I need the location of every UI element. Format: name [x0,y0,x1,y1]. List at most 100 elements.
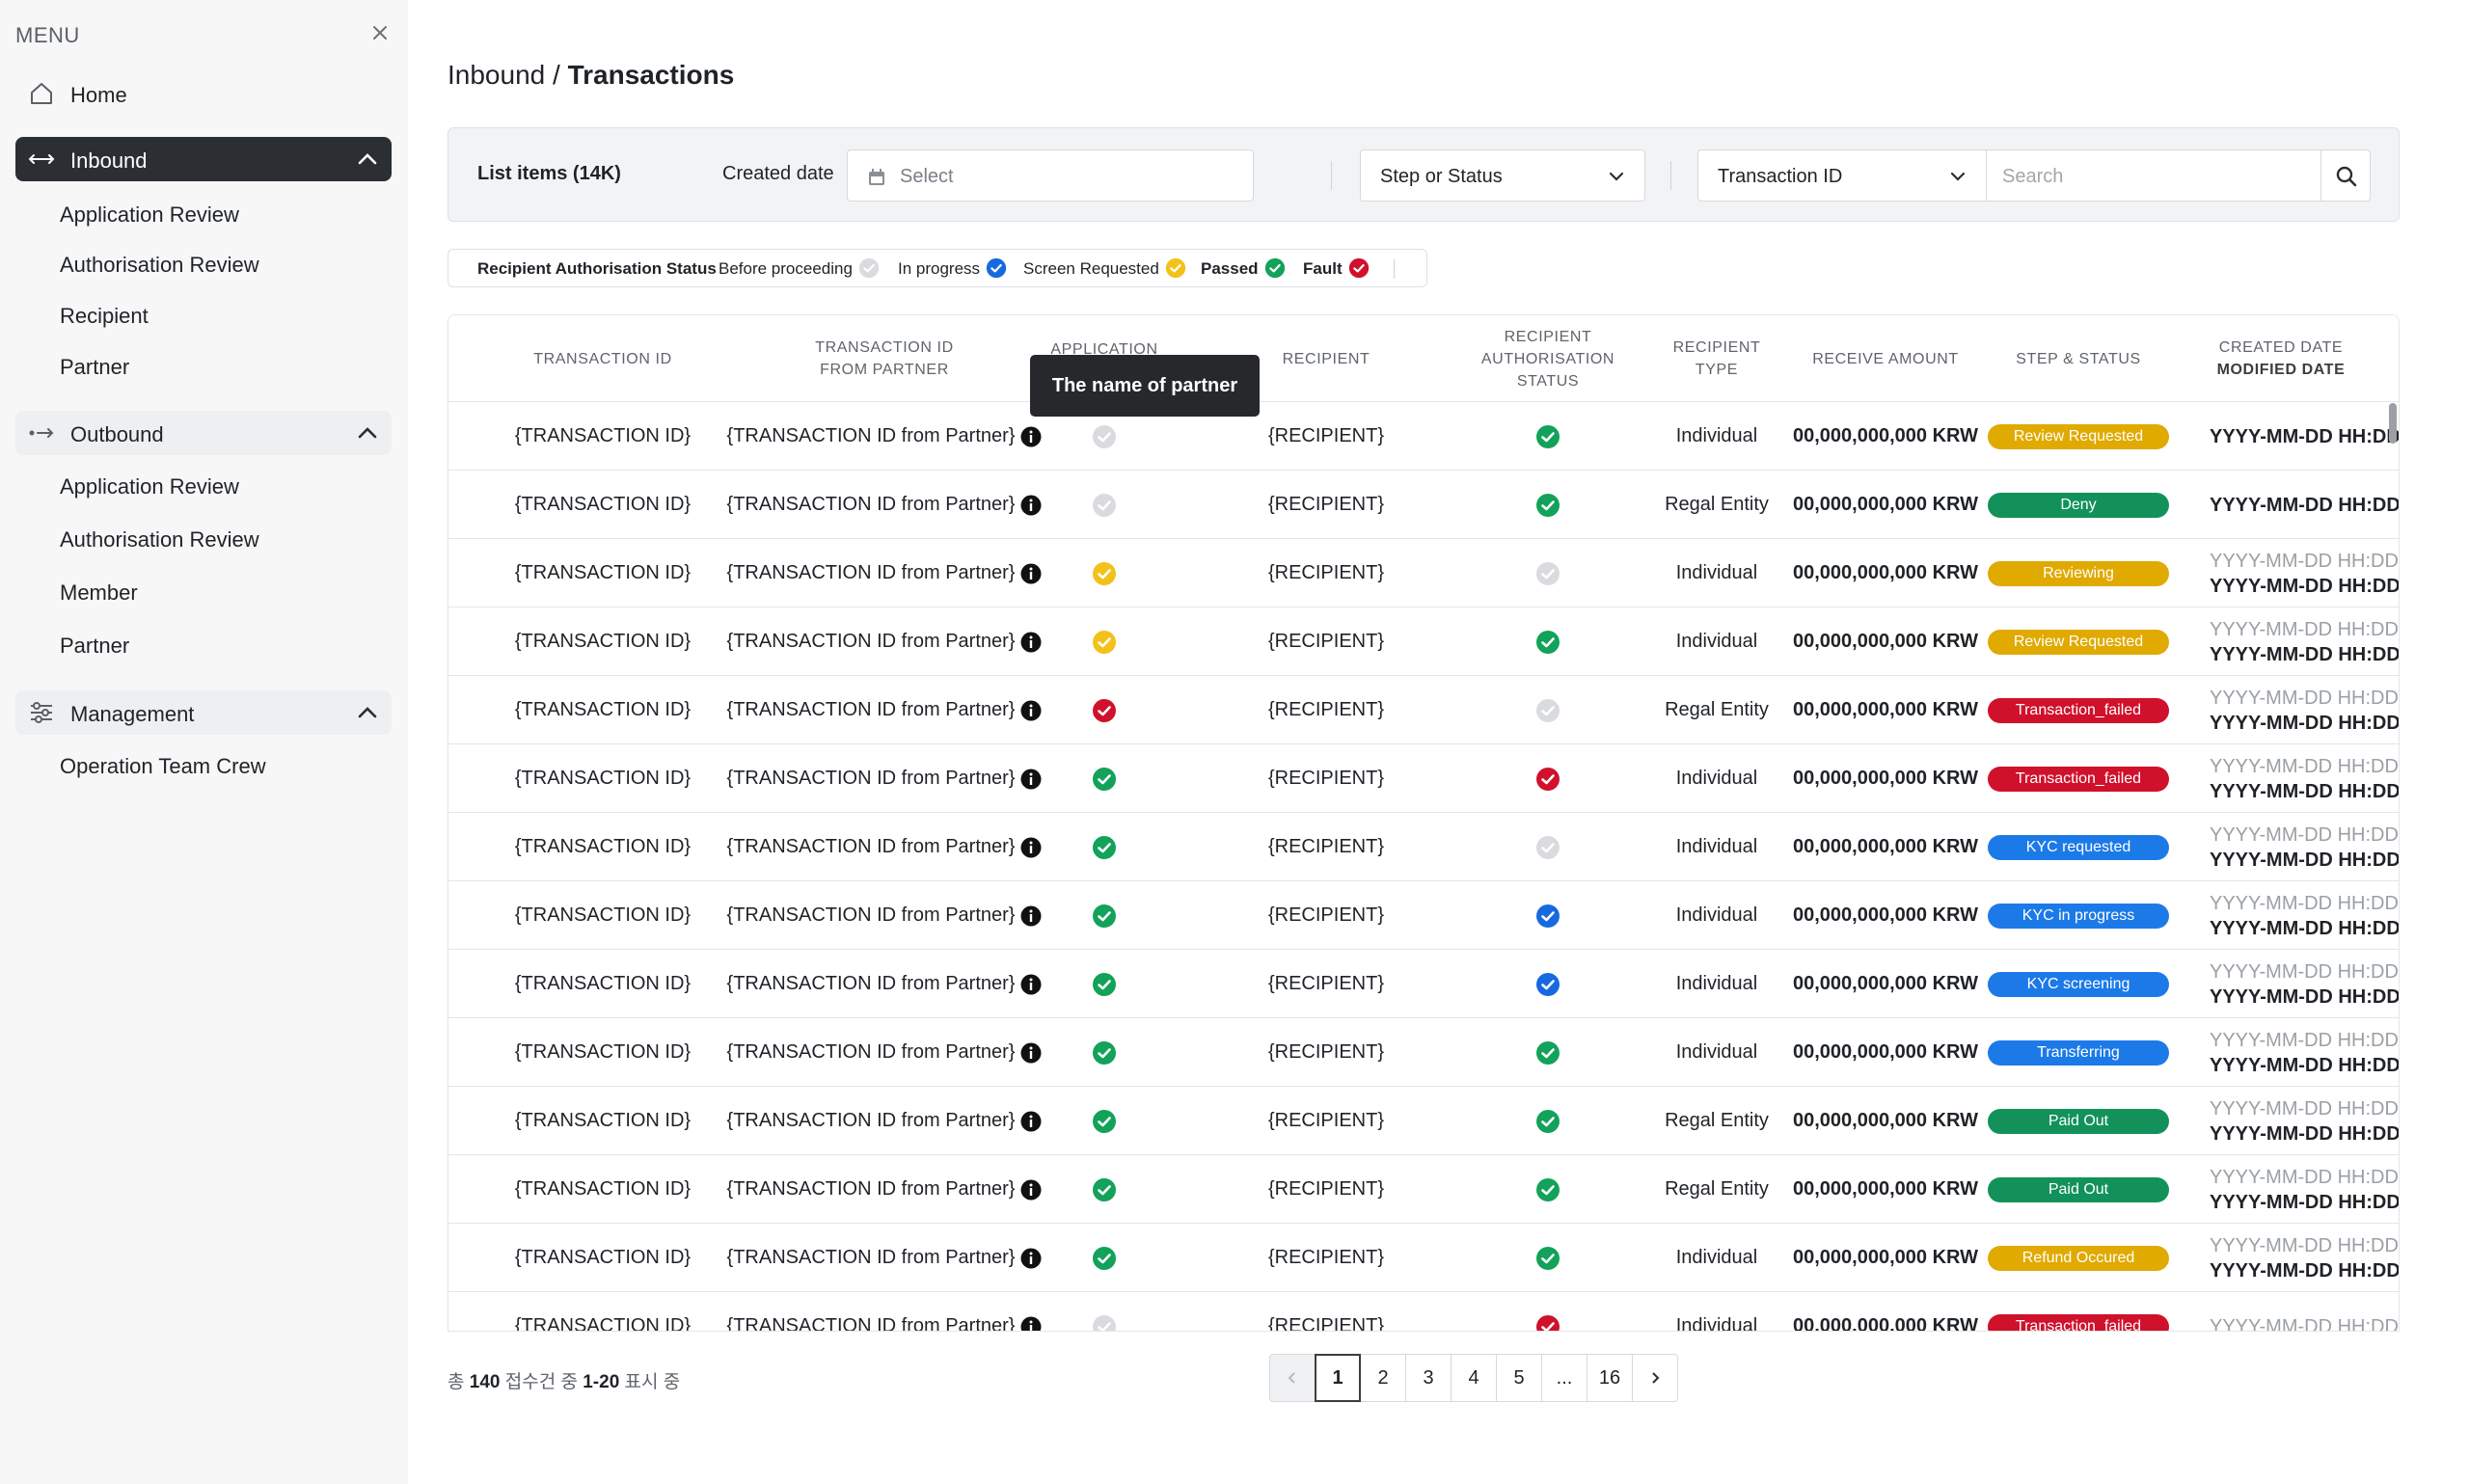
cell-step-status: Transaction_failed [1982,676,2175,744]
cell-transaction-id: {TRANSACTION ID} [514,1315,692,1332]
cell-recipient-type: Regal Entity [1665,1178,1769,1200]
cell-recipient-type: Regal Entity [1665,494,1769,515]
page-3-button[interactable]: 3 [1405,1354,1452,1402]
col-receive-amount[interactable]: RECEIVE AMOUNT [1789,315,1982,402]
sidebar-item-outbound-application-review[interactable]: Application Review [60,474,239,499]
green-check-icon [1092,1040,1117,1066]
cell-transaction-id: {TRANSACTION ID} [514,973,692,994]
table-row[interactable]: {TRANSACTION ID} {TRANSACTION ID from Par… [448,744,2399,813]
cell-receive-amount: 00,000,000,000 KRW [1793,562,1978,583]
modified-date: YYYY-MM-DD HH:DD [2210,494,2400,516]
sidebar-item-inbound-application-review[interactable]: Application Review [60,202,239,228]
page-16-button[interactable]: 16 [1587,1354,1633,1402]
list-count: List items (14K) [477,163,621,184]
red-check-icon [1535,1314,1560,1331]
created-date: YYYY-MM-DD HH:DD [2210,823,2399,846]
cell-transaction-id: {TRANSACTION ID} [514,425,692,446]
cell-recipient: {RECIPIENT} [1267,1178,1385,1200]
sidebar-item-home[interactable]: Home [15,71,392,116]
header-label: AUTHORISATION [1480,350,1615,367]
table-row[interactable]: {TRANSACTION ID} {TRANSACTION ID from Par… [448,950,2399,1018]
sidebar-item-inbound-authorisation-review[interactable]: Authorisation Review [60,253,259,278]
page-1-button[interactable]: 1 [1315,1354,1361,1402]
pagination: 1 2 3 4 5 ... 16 [1269,1354,1678,1402]
sidebar-item-outbound-partner[interactable]: Partner [60,634,129,659]
step-status-select[interactable]: Step or Status [1360,149,1645,202]
created-date-picker[interactable]: Select [847,149,1254,202]
col-transaction-id-from-partner[interactable]: TRANSACTION ID FROM PARTNER [740,315,1029,402]
chevron-up-icon[interactable] [357,424,378,442]
page-5-button[interactable]: 5 [1496,1354,1542,1402]
table-row[interactable]: {TRANSACTION ID} {TRANSACTION ID from Par… [448,1018,2399,1087]
sidebar-item-inbound-partner[interactable]: Partner [60,355,129,380]
sidebar-item-operation-team-crew[interactable]: Operation Team Crew [60,754,266,779]
page-4-button[interactable]: 4 [1451,1354,1497,1402]
nav-home[interactable]: Home [15,71,392,116]
table-row[interactable]: {TRANSACTION ID} {TRANSACTION ID from Par… [448,1224,2399,1292]
col-created-modified-date[interactable]: CREATED DATE MODIFIED DATE [2175,315,2387,402]
col-transaction-id[interactable]: TRANSACTION ID [448,315,757,402]
nav-group-management: Management [15,690,392,735]
header-label: CREATED DATE [2218,339,2344,356]
modified-date: YYYY-MM-DD HH:DD [2210,1191,2400,1213]
partner-id-text: {TRANSACTION ID from Partner} [726,631,1016,652]
table-row[interactable]: {TRANSACTION ID} {TRANSACTION ID from Par… [448,1292,2399,1332]
legend-label: Screen Requested [1023,259,1159,278]
search-input[interactable] [2002,162,2311,191]
page-ellipsis: ... [1541,1354,1587,1402]
red-check-icon [1092,698,1117,723]
col-step-status[interactable]: STEP & STATUS [1982,315,2175,402]
home-icon [27,81,56,106]
cell-recipient-auth-status [1452,676,1644,744]
cell-step-status: Transferring [1982,1018,2175,1087]
partner-id-text: {TRANSACTION ID from Partner} [726,1041,1016,1063]
cell-application-status [1008,1155,1201,1224]
table-row[interactable]: {TRANSACTION ID} {TRANSACTION ID from Par… [448,813,2399,881]
chevron-up-icon[interactable] [357,704,378,721]
table-row[interactable]: {TRANSACTION ID} {TRANSACTION ID from Par… [448,881,2399,950]
table-row[interactable]: {TRANSACTION ID} {TRANSACTION ID from Par… [448,607,2399,676]
cell-dates: YYYY-MM-DD HH:DD YYYY-MM-DD HH:DD [2210,1155,2399,1224]
sidebar-item-outbound-authorisation-review[interactable]: Authorisation Review [60,527,259,553]
table-row[interactable]: {TRANSACTION ID} {TRANSACTION ID from Par… [448,539,2399,607]
partner-id-text: {TRANSACTION ID from Partner} [726,836,1016,857]
sidebar-item-inbound[interactable]: Inbound [15,137,392,181]
sidebar-item-management[interactable]: Management [15,690,392,735]
page-2-button[interactable]: 2 [1360,1354,1406,1402]
arrow-in-icon [27,147,56,172]
table-scrollbar[interactable] [2389,403,2397,444]
created-date: YYYY-MM-DD HH:DD [2210,1029,2399,1051]
search-field-select[interactable]: Transaction ID [1697,149,1987,202]
table-row[interactable]: {TRANSACTION ID} {TRANSACTION ID from Par… [448,471,2400,539]
created-date: YYYY-MM-DD HH:DD [2210,755,2399,777]
col-recipient-authorisation-status[interactable]: RECIPIENT AUTHORISATION STATUS [1452,315,1644,402]
cell-receive-amount: 00,000,000,000 KRW [1793,631,1978,652]
legend-label: In progress [898,259,981,278]
table-row[interactable]: {TRANSACTION ID} {TRANSACTION ID from Par… [448,676,2399,744]
sidebar-item-outbound[interactable]: Outbound [15,411,392,455]
sidebar-item-label: Management [70,702,195,726]
prev-page-button[interactable] [1269,1354,1316,1402]
chevron-up-icon[interactable] [357,150,378,168]
cell-step-status: Transaction_failed [1982,744,2175,813]
breadcrumb-parent[interactable]: Inbound / [448,60,560,90]
cell-dates: YYYY-MM-DD HH:DD [2210,402,2399,471]
sidebar-item-outbound-member[interactable]: Member [60,580,138,606]
cell-recipient-type: Individual [1675,768,1758,789]
next-page-button[interactable] [1632,1354,1678,1402]
cell-receive-amount: 00,000,000,000 KRW [1793,1110,1978,1131]
col-recipient-type[interactable]: RECIPIENT TYPE [1644,315,1789,402]
cell-recipient-auth-status [1452,607,1644,676]
table-row[interactable]: {TRANSACTION ID} {TRANSACTION ID from Par… [448,402,2399,471]
cell-application-status [1008,813,1201,881]
cell-transaction-id: {TRANSACTION ID} [514,1247,692,1268]
close-icon[interactable] [368,21,392,44]
green-check-icon [1535,1040,1560,1066]
status-badge: Review Requested [1988,423,2169,449]
created-date: YYYY-MM-DD HH:DD [2210,892,2399,914]
table-row[interactable]: {TRANSACTION ID} {TRANSACTION ID from Par… [448,1155,2399,1224]
cell-recipient-auth-status [1452,1224,1644,1292]
search-button[interactable] [2320,149,2371,202]
sidebar-item-inbound-recipient[interactable]: Recipient [60,304,149,329]
table-row[interactable]: {TRANSACTION ID} {TRANSACTION ID from Par… [448,1087,2399,1155]
